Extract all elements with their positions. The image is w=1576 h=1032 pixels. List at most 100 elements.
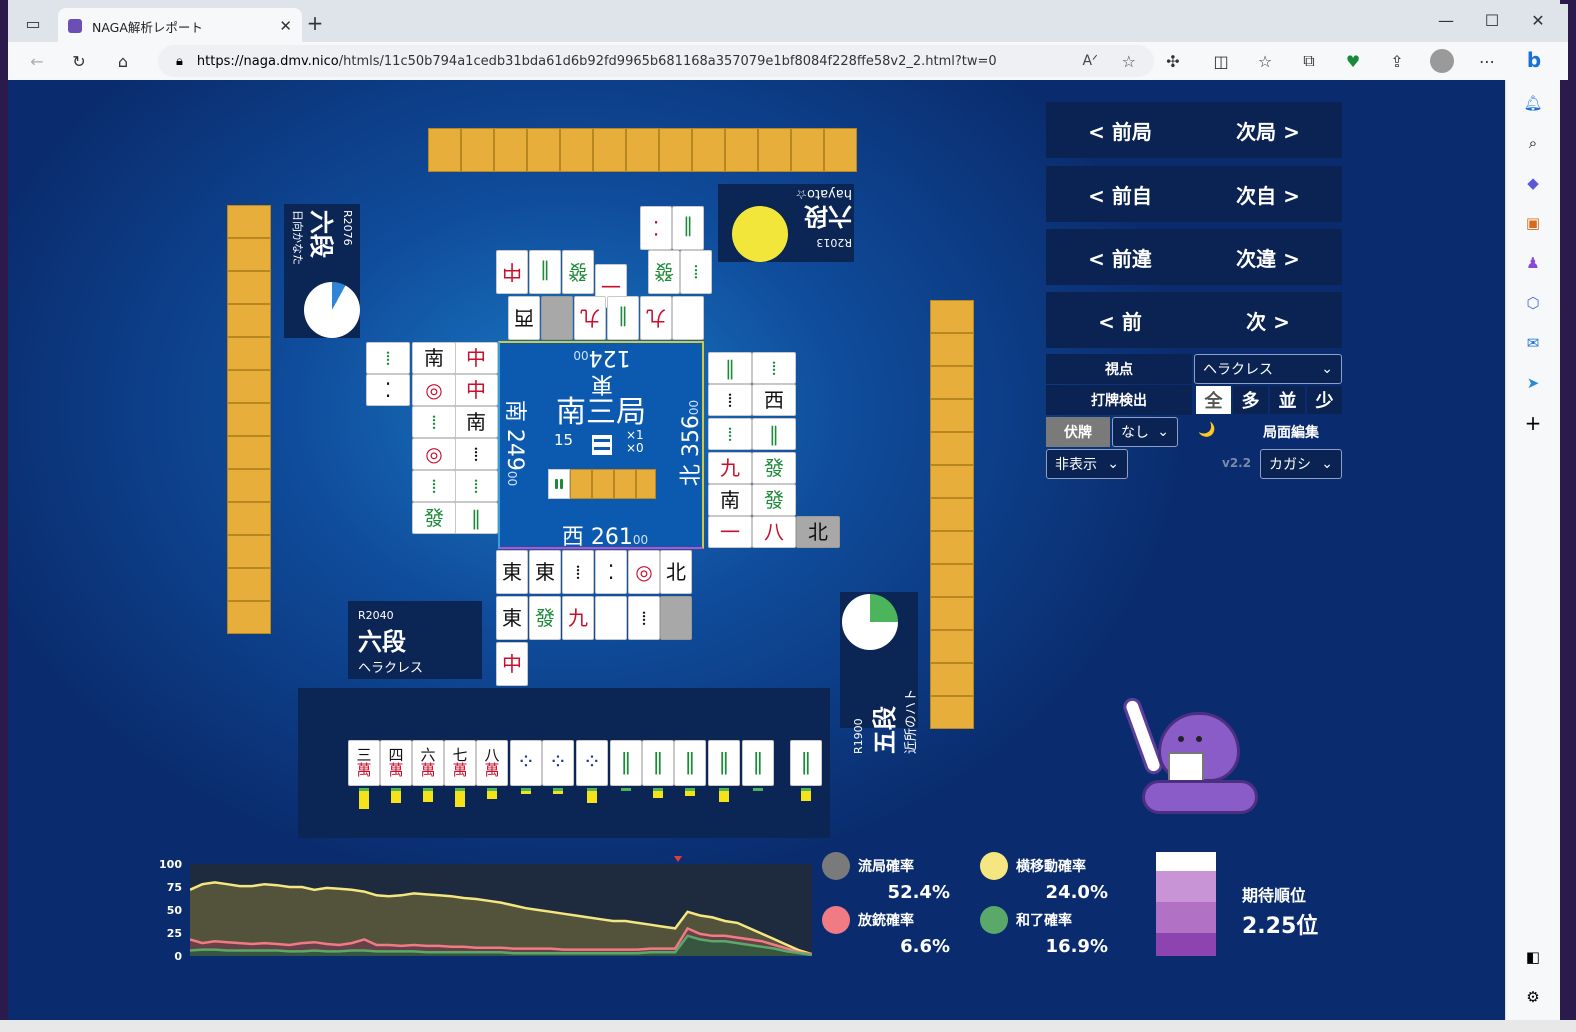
- prev-self-button[interactable]: < 前自: [1088, 180, 1152, 209]
- microsoft365-icon[interactable]: ⬡: [1522, 292, 1544, 314]
- outlook-icon[interactable]: ✉︎: [1522, 332, 1544, 354]
- add-sidebar-app-icon[interactable]: +: [1522, 411, 1544, 435]
- discard-tile: ⁞: [454, 470, 498, 502]
- hand-tile[interactable]: 三萬: [348, 740, 380, 786]
- tile-back: [626, 128, 659, 172]
- riichi-count-x0: ×0: [626, 441, 644, 455]
- hand-tile[interactable]: ⁘: [542, 740, 574, 786]
- language-select[interactable]: カガシ ⌄: [1260, 449, 1342, 479]
- discard-tile: ‖: [454, 502, 498, 534]
- next-self-button[interactable]: 次自 >: [1236, 180, 1300, 209]
- close-tab-icon[interactable]: ✕: [279, 17, 292, 35]
- east-score: 124: [588, 345, 631, 370]
- top-player-dan: 六段: [804, 202, 852, 231]
- stick-icon: [592, 435, 612, 455]
- tile-back: [930, 630, 974, 663]
- split-screen-icon[interactable]: ◫: [1210, 50, 1232, 72]
- discard-tile: ◎: [412, 374, 456, 406]
- more-menu-icon[interactable]: ⋯: [1476, 50, 1498, 72]
- read-aloud-icon[interactable]: Aᐟ: [1082, 53, 1098, 69]
- hand-tile[interactable]: ⁘: [576, 740, 608, 786]
- rank-bar-segment: [1156, 852, 1216, 871]
- detect-option-many[interactable]: 多: [1233, 386, 1268, 414]
- hand-tile[interactable]: ‖: [610, 740, 642, 786]
- hand-tile[interactable]: ‖: [674, 740, 706, 786]
- next-round-button[interactable]: 次局 >: [1236, 116, 1300, 145]
- hand-tile[interactable]: 六萬: [412, 740, 444, 786]
- settings-gear-icon[interactable]: ⚙︎: [1522, 986, 1544, 1008]
- hand-tile[interactable]: ⁘: [510, 740, 542, 786]
- hide-sidebar-icon[interactable]: ◧: [1522, 946, 1544, 968]
- discard-tile: ‖: [672, 206, 704, 250]
- rank-bar-segment: [1156, 933, 1216, 956]
- notification-bell-icon[interactable]: 🔔︎: [1522, 92, 1544, 114]
- hand-tile[interactable]: 八萬: [476, 740, 508, 786]
- hide-tiles-select[interactable]: なし ⌄: [1112, 417, 1178, 447]
- next-diff-button[interactable]: 次違 >: [1236, 243, 1300, 272]
- profile-avatar[interactable]: [1430, 49, 1454, 73]
- maximize-icon[interactable]: ☐: [1482, 10, 1502, 30]
- prev-round-button[interactable]: < 前局: [1088, 116, 1152, 145]
- discard-evaluation-bar: [685, 788, 695, 796]
- tab-actions-icon[interactable]: ▭: [22, 12, 44, 34]
- discard-evaluation-bar: [653, 788, 663, 798]
- games-icon[interactable]: ♟︎: [1522, 252, 1544, 274]
- next-button[interactable]: 次 >: [1246, 306, 1290, 335]
- dealin-prob-swatch: [822, 906, 850, 934]
- pin-tile-icon: ⁘: [582, 750, 602, 775]
- favorites-icon[interactable]: ☆: [1254, 50, 1276, 72]
- discard-tile: ⁞: [454, 438, 498, 470]
- hand-tile[interactable]: 四萬: [380, 740, 412, 786]
- discard-tile: [541, 296, 573, 340]
- detect-option-few[interactable]: 少: [1307, 386, 1342, 414]
- prev-button[interactable]: < 前: [1098, 306, 1142, 335]
- reload-icon[interactable]: ↻: [68, 50, 90, 72]
- performance-icon[interactable]: ♥: [1342, 50, 1364, 72]
- detect-option-normal[interactable]: 並: [1270, 386, 1305, 414]
- share-icon[interactable]: ⇪: [1386, 50, 1408, 72]
- hand-tile[interactable]: ‖: [642, 740, 674, 786]
- discard-tile: ⁞: [412, 470, 456, 502]
- new-tab-icon[interactable]: +: [304, 11, 326, 35]
- detect-option-all[interactable]: 全: [1196, 386, 1231, 414]
- back-icon[interactable]: ←: [26, 50, 48, 72]
- discard-tile: ‖: [529, 250, 561, 294]
- favorite-star-icon[interactable]: ☆: [1122, 52, 1136, 71]
- hand-tile[interactable]: 七萬: [444, 740, 476, 786]
- search-icon[interactable]: ⌕: [1522, 132, 1544, 154]
- discard-tile: 西: [508, 296, 540, 340]
- shopping-tag-icon[interactable]: ◆: [1522, 172, 1544, 194]
- discard-evaluation-bar: [753, 788, 763, 791]
- discard-tile: ⁚: [366, 374, 410, 406]
- bing-copilot-icon[interactable]: b: [1520, 46, 1548, 74]
- hand-tile[interactable]: ‖: [708, 740, 740, 786]
- tile-back: [930, 498, 974, 531]
- tile-back: [930, 432, 974, 465]
- hand-tile[interactable]: ‖: [790, 740, 822, 786]
- address-bar[interactable]: 🔒︎ https://naga.dmv.nico/htmls/11c50b794…: [158, 45, 1154, 77]
- home-icon[interactable]: ⌂: [112, 50, 134, 72]
- board-edit-button[interactable]: 局面編集: [1240, 417, 1342, 447]
- move-prob-label: 横移動確率: [1016, 859, 1086, 875]
- right-player-info: R1900 五段 近所のハト: [840, 592, 919, 754]
- display-select[interactable]: 非表示 ⌄: [1046, 449, 1128, 479]
- close-window-icon[interactable]: ✕: [1528, 10, 1548, 30]
- prev-diff-button[interactable]: < 前違: [1088, 243, 1152, 272]
- west-wind-label: 西: [561, 525, 584, 550]
- collections-icon[interactable]: ⧉: [1298, 50, 1320, 72]
- tile-back: [227, 271, 271, 304]
- tools-briefcase-icon[interactable]: ▣: [1522, 212, 1544, 234]
- discard-tile: ⁞: [752, 352, 796, 384]
- detect-label: 打牌検出: [1046, 385, 1192, 415]
- dark-mode-moon-icon[interactable]: 🌙: [1198, 422, 1215, 438]
- hand-tile[interactable]: ‖: [742, 740, 774, 786]
- lock-icon[interactable]: 🔒︎: [176, 54, 183, 69]
- diff-nav: < 前違 次違 >: [1046, 229, 1342, 285]
- extensions-icon[interactable]: ✣: [1162, 50, 1184, 72]
- minimize-icon[interactable]: —: [1436, 10, 1456, 30]
- tile-back: [527, 128, 560, 172]
- left-player-info: R2076 六段 日向かなた: [284, 204, 360, 338]
- viewpoint-select[interactable]: ヘラクレス ⌄: [1194, 354, 1342, 384]
- tab-naga-report[interactable]: NAGA解析レポート ✕: [58, 8, 302, 44]
- drop-icon[interactable]: ➤: [1522, 372, 1544, 394]
